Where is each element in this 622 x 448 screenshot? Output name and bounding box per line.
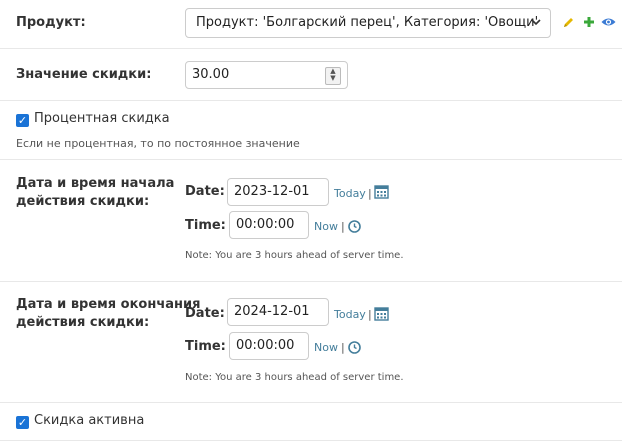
start-date-label: Date: bbox=[185, 184, 225, 199]
clock-icon[interactable] bbox=[348, 220, 361, 237]
check-icon: ✓ bbox=[17, 416, 28, 429]
product-label: Продукт: bbox=[16, 15, 86, 30]
start-now-link[interactable]: Now bbox=[314, 220, 338, 233]
end-label-line1: Дата и время окончания bbox=[16, 297, 201, 312]
end-date-input[interactable]: 2024-12-01 bbox=[227, 298, 329, 326]
product-select-value: Продукт: 'Болгарский перец', Категория: … bbox=[196, 15, 539, 30]
start-label-line2: действия скидки: bbox=[16, 194, 150, 209]
discount-value-text: 30.00 bbox=[192, 67, 230, 82]
divider bbox=[0, 281, 622, 282]
spinner-arrows-icon[interactable]: ▲ ▼ bbox=[325, 67, 341, 85]
start-timezone-note: Note: You are 3 hours ahead of server ti… bbox=[185, 250, 404, 261]
plus-icon[interactable] bbox=[583, 16, 595, 32]
check-icon: ✓ bbox=[17, 114, 28, 127]
end-date-label: Date: bbox=[185, 306, 225, 321]
separator: | bbox=[341, 220, 345, 233]
start-time-label: Time: bbox=[185, 218, 226, 233]
start-today-link[interactable]: Today bbox=[334, 187, 366, 200]
active-label[interactable]: Скидка активна bbox=[34, 413, 144, 428]
separator: | bbox=[368, 308, 372, 321]
divider bbox=[0, 440, 622, 441]
chevron-down-icon bbox=[530, 9, 542, 47]
end-today-link[interactable]: Today bbox=[334, 308, 366, 321]
start-date-input[interactable]: 2023-12-01 bbox=[227, 178, 329, 206]
percent-discount-help: Если не процентная, то по постоянное зна… bbox=[16, 137, 300, 150]
clock-icon[interactable] bbox=[348, 341, 361, 358]
discount-value-label: Значение скидки: bbox=[16, 67, 152, 82]
end-timezone-note: Note: You are 3 hours ahead of server ti… bbox=[185, 372, 404, 383]
pencil-icon[interactable] bbox=[562, 16, 575, 33]
end-datetime-label: Дата и время окончания действия скидки: bbox=[16, 296, 200, 332]
end-time-label: Time: bbox=[185, 339, 226, 354]
active-checkbox[interactable]: ✓ bbox=[16, 416, 29, 429]
divider bbox=[0, 48, 622, 49]
end-time-input[interactable]: 00:00:00 bbox=[229, 332, 309, 360]
start-datetime-label: Дата и время начала действия скидки: bbox=[16, 175, 174, 211]
discount-value-input[interactable]: 30.00 ▲ ▼ bbox=[185, 61, 348, 89]
end-time-value: 00:00:00 bbox=[236, 338, 295, 353]
calendar-icon[interactable] bbox=[374, 306, 389, 325]
divider bbox=[0, 402, 622, 403]
start-time-input[interactable]: 00:00:00 bbox=[229, 211, 309, 239]
calendar-icon[interactable] bbox=[374, 184, 389, 203]
divider bbox=[0, 159, 622, 160]
start-label-line1: Дата и время начала bbox=[16, 176, 175, 191]
separator: | bbox=[368, 187, 372, 200]
end-now-link[interactable]: Now bbox=[314, 341, 338, 354]
end-label-line2: действия скидки: bbox=[16, 315, 150, 330]
eye-icon[interactable] bbox=[601, 16, 616, 32]
divider bbox=[0, 100, 622, 101]
separator: | bbox=[341, 341, 345, 354]
product-select[interactable]: Продукт: 'Болгарский перец', Категория: … bbox=[185, 8, 551, 38]
start-time-value: 00:00:00 bbox=[236, 217, 295, 232]
end-date-value: 2024-12-01 bbox=[234, 304, 310, 319]
start-date-value: 2023-12-01 bbox=[234, 184, 310, 199]
percent-discount-checkbox[interactable]: ✓ bbox=[16, 114, 29, 127]
percent-discount-label[interactable]: Процентная скидка bbox=[34, 111, 170, 126]
